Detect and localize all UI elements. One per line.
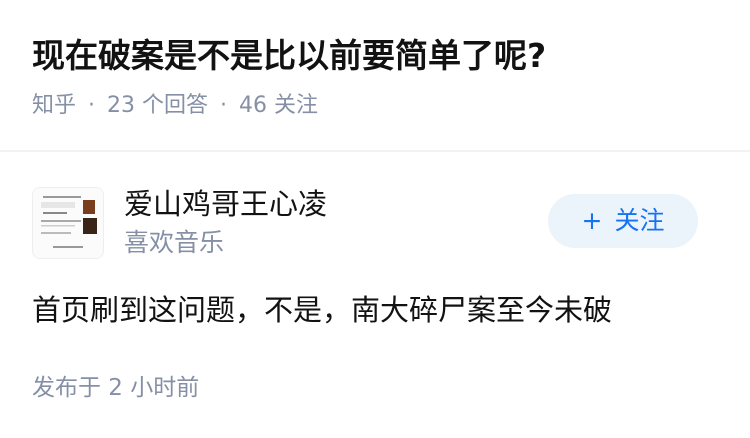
answer-count[interactable]: 23 个回答 — [107, 93, 208, 118]
divider — [0, 150, 750, 152]
follow-button[interactable]: + 关注 — [548, 194, 698, 248]
source-label[interactable]: 知乎 — [32, 93, 76, 118]
follow-label: 关注 — [614, 206, 665, 235]
author-bio: 喜欢音乐 — [124, 228, 225, 257]
answer-author: 爱山鸡哥王心凌 喜欢音乐 + 关注 — [32, 182, 718, 268]
author-name[interactable]: 爱山鸡哥王心凌 — [124, 184, 327, 224]
answer-content[interactable]: 首页刷到这问题，不是，南大碎尸案至今未破 — [32, 288, 718, 332]
question-title[interactable]: 现在破案是不是比以前要简单了呢? — [32, 30, 718, 82]
plus-icon: + — [581, 206, 603, 235]
separator-dot: · — [88, 93, 96, 118]
question-header: 现在破案是不是比以前要简单了呢? 知乎 · 23 个回答 · 46 关注 — [0, 0, 750, 120]
separator-dot: · — [220, 93, 228, 118]
avatar[interactable] — [32, 187, 104, 259]
question-meta: 知乎 · 23 个回答 · 46 关注 — [32, 91, 718, 121]
avatar-image-icon — [33, 188, 103, 258]
follower-count[interactable]: 46 关注 — [239, 93, 318, 118]
answer-timestamp: 发布于 2 小时前 — [32, 375, 200, 401]
